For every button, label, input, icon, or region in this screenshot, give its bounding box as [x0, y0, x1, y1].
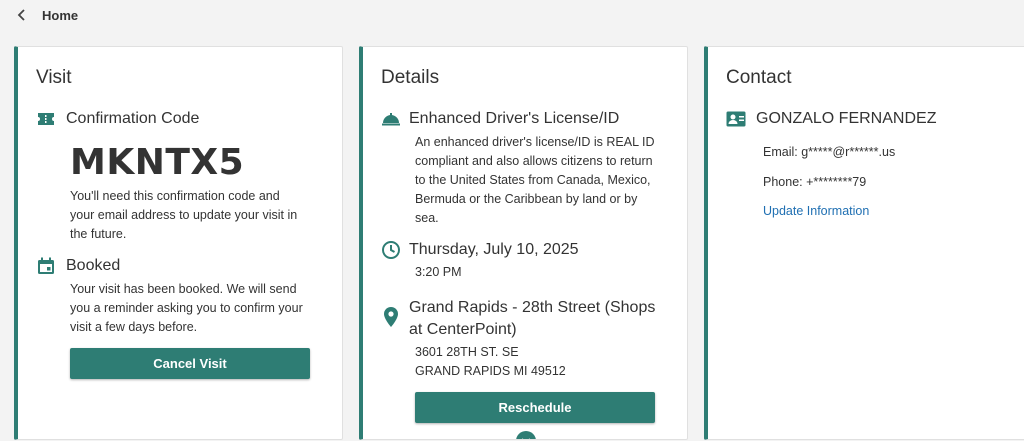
code-note-1: You'll need this confirmation code and: [70, 189, 280, 203]
location-line-1: Grand Rapids - 28th Street (Shops: [409, 299, 656, 316]
confirmation-code: MKNTX5: [70, 142, 245, 183]
back-label: Home: [42, 7, 79, 23]
visit-card: Visit Confirmation Code MKNTX5 You'll ne…: [14, 46, 343, 440]
contact-phone: Phone: +********79: [763, 175, 867, 189]
visit-title: Visit: [36, 67, 72, 88]
chevron-down-icon: [522, 438, 530, 439]
update-information-link[interactable]: Update Information: [763, 204, 869, 218]
service-desc-2: compliant and also allows citizens to re…: [415, 154, 653, 168]
scroll-down-button[interactable]: [516, 431, 536, 439]
address-line-1: 3601 28TH ST. SE: [415, 345, 519, 359]
date-label: Thursday, July 10, 2025: [409, 241, 579, 258]
contact-card-icon: [726, 109, 746, 129]
clock-icon: [381, 240, 401, 260]
location-pin-icon: [381, 307, 401, 327]
confirmation-label: Confirmation Code: [66, 110, 200, 127]
service-desc-1: An enhanced driver's license/ID is REAL …: [415, 135, 655, 149]
status-note-2: you a reminder asking you to confirm you…: [70, 301, 303, 315]
ticket-icon: [36, 109, 56, 129]
confirmation-row: Confirmation Code: [36, 109, 199, 129]
booked-label: Booked: [66, 257, 121, 274]
location-row: Grand Rapids - 28th Street (Shops at Cen…: [381, 297, 655, 341]
service-desc-5: sea.: [415, 211, 439, 225]
chevron-left-icon: [17, 9, 25, 21]
details-card: Details Enhanced Driver's License/ID An …: [359, 46, 688, 440]
calendar-icon: [36, 256, 56, 276]
contact-name: GONZALO FERNANDEZ: [756, 110, 937, 127]
date-row: Thursday, July 10, 2025: [381, 240, 579, 260]
status-note-3: visit a few days before.: [70, 320, 198, 334]
contact-title: Contact: [726, 67, 792, 88]
time-label: 3:20 PM: [415, 265, 462, 279]
service-label: Enhanced Driver's License/ID: [409, 110, 620, 127]
service-desc-4: Bermuda or the Caribbean by land or by: [415, 192, 638, 206]
address-line-2: GRAND RAPIDS MI 49512: [415, 364, 566, 378]
contact-card: Contact GONZALO FERNANDEZ Email: g*****@…: [704, 46, 1024, 440]
reschedule-button[interactable]: Reschedule: [415, 392, 655, 423]
contact-email: Email: g*****@r******.us: [763, 145, 896, 159]
back-home-link[interactable]: Home: [16, 5, 86, 25]
service-row: Enhanced Driver's License/ID: [381, 109, 619, 129]
code-note-3: the future.: [70, 227, 127, 241]
top-nav: Home: [0, 0, 1024, 30]
location-line-2: at CenterPoint): [409, 321, 517, 338]
service-bell-icon: [381, 109, 401, 129]
contact-name-row: GONZALO FERNANDEZ: [726, 109, 936, 129]
code-note-2: your email address to update your visit …: [70, 208, 298, 222]
booked-row: Booked: [36, 256, 120, 276]
cancel-visit-button[interactable]: Cancel Visit: [70, 348, 310, 379]
service-desc-3: to the United States from Canada, Mexico…: [415, 173, 651, 187]
details-title: Details: [381, 67, 440, 88]
status-note-1: Your visit has been booked. We will send: [70, 282, 297, 296]
